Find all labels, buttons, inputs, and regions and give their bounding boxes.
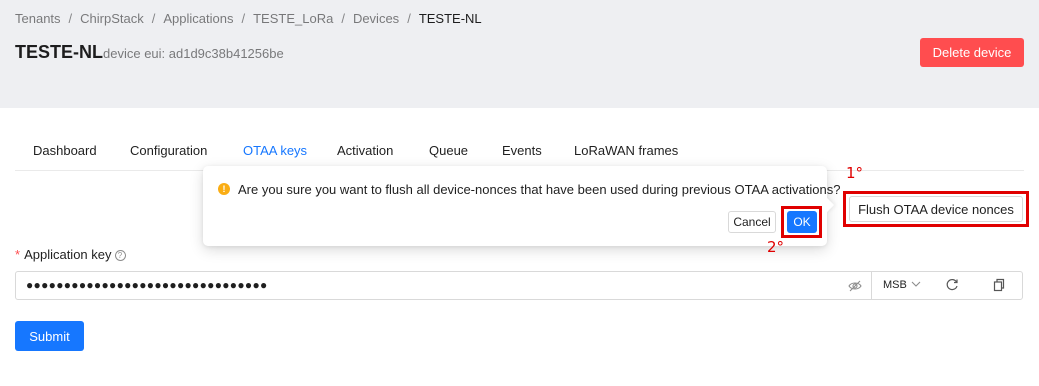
- breadcrumb-separator: /: [241, 11, 246, 26]
- ok-button[interactable]: OK: [787, 211, 817, 233]
- confirm-message: Are you sure you want to flush all devic…: [238, 182, 841, 197]
- breadcrumb-item-current: TESTE-NL: [418, 11, 482, 26]
- flush-otaa-device-nonces-button[interactable]: Flush OTAA device nonces: [849, 196, 1023, 222]
- eye-invisible-icon[interactable]: [848, 280, 862, 292]
- tab-otaa-keys[interactable]: OTAA keys: [243, 143, 307, 158]
- tab-activation[interactable]: Activation: [337, 143, 393, 158]
- chevron-down-icon[interactable]: [911, 279, 921, 289]
- breadcrumb-separator: /: [68, 11, 73, 26]
- copy-icon[interactable]: [992, 278, 1006, 292]
- byte-order-select[interactable]: MSB: [883, 279, 907, 291]
- popover-arrow: [819, 197, 835, 213]
- application-key-input[interactable]: ●●●●●●●●●●●●●●●●●●●●●●●●●●●●●●●●: [26, 278, 268, 292]
- tab-events[interactable]: Events: [502, 143, 542, 158]
- tab-lorawan-frames[interactable]: LoRaWAN frames: [574, 143, 678, 158]
- breadcrumb-separator: /: [341, 11, 345, 26]
- application-key-label: * Application key?: [15, 247, 126, 262]
- page-title: TESTE-NL: [15, 42, 103, 62]
- page-header: Tenants / ChirpStack / Applications / TESTE_Lo…: [0, 0, 1039, 108]
- tab-configuration[interactable]: Configuration: [130, 143, 207, 158]
- tab-queue[interactable]: Queue: [429, 143, 468, 158]
- breadcrumb-separator: /: [407, 11, 411, 26]
- breadcrumb: Tenants / ChirpStack / Applications / TESTE_Lo…: [15, 11, 482, 26]
- flush-confirm-popover: ! Are you sure you want to flush all dev…: [203, 166, 840, 246]
- question-circle-icon[interactable]: ?: [114, 250, 126, 261]
- required-mark: *: [15, 247, 21, 262]
- reload-icon[interactable]: [945, 278, 959, 292]
- exclamation-circle-icon: !: [218, 183, 230, 195]
- key-addon: MSB: [871, 272, 1023, 299]
- breadcrumb-item-application[interactable]: TESTE_LoRa: [253, 11, 333, 26]
- annotation-step-1: 1°: [846, 164, 864, 182]
- submit-button[interactable]: Submit: [15, 321, 84, 351]
- device-eui: device eui: ad1d9c38b41256be: [103, 46, 284, 61]
- breadcrumb-item-chirpstack[interactable]: ChirpStack: [80, 11, 144, 26]
- application-key-field: ●●●●●●●●●●●●●●●●●●●●●●●●●●●●●●●● MSB: [15, 271, 1023, 300]
- application-key-label-text: Application key: [24, 247, 112, 262]
- breadcrumb-item-devices[interactable]: Devices: [353, 11, 399, 26]
- delete-device-button[interactable]: Delete device: [920, 38, 1024, 67]
- breadcrumb-separator: /: [151, 11, 156, 26]
- breadcrumb-item-tenants[interactable]: Tenants: [15, 11, 61, 26]
- tab-dashboard[interactable]: Dashboard: [33, 143, 97, 158]
- annotation-step-2: 2°: [767, 238, 785, 256]
- cancel-button[interactable]: Cancel: [728, 211, 776, 233]
- breadcrumb-item-applications[interactable]: Applications: [163, 11, 233, 26]
